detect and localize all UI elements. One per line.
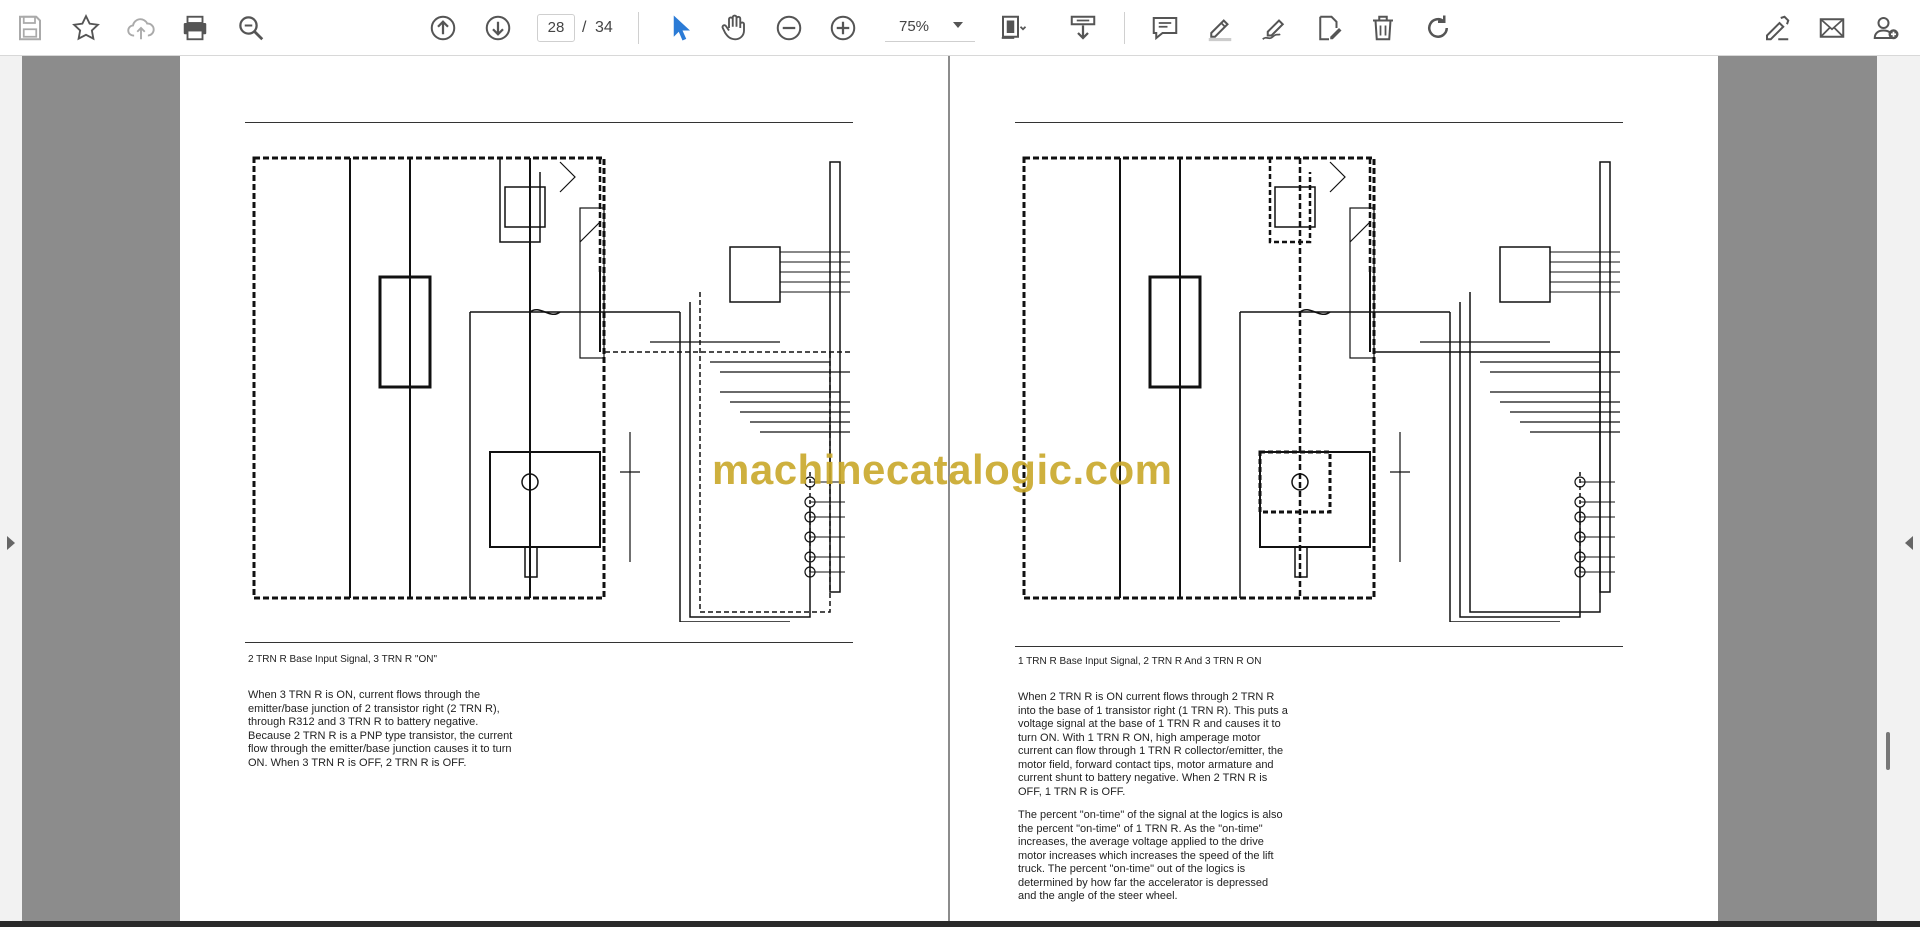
body-paragraph: When 3 TRN R is ON, current flows throug… xyxy=(248,689,513,769)
zoom-out-search-icon[interactable] xyxy=(231,8,271,48)
zoom-out-icon[interactable] xyxy=(769,8,809,48)
add-user-icon[interactable] xyxy=(1866,8,1906,48)
toolbar-separator xyxy=(638,12,639,44)
body-paragraph-1: When 2 TRN R is ON current flows through… xyxy=(1018,691,1288,798)
figure-caption: 1 TRN R Base Input Signal, 2 TRN R And 3… xyxy=(1018,656,1262,667)
page-down-icon[interactable] xyxy=(478,8,518,48)
save-icon[interactable] xyxy=(10,8,50,48)
expand-left-panel-icon[interactable] xyxy=(7,536,15,550)
wiring-diagram-right xyxy=(1022,156,1620,622)
print-icon[interactable] xyxy=(175,8,215,48)
figure-caption: 2 TRN R Base Input Signal, 3 TRN R "ON" xyxy=(248,654,438,665)
page-fit-icon[interactable] xyxy=(993,8,1033,48)
cloud-upload-icon[interactable] xyxy=(121,8,161,48)
taskbar-strip xyxy=(0,921,1920,927)
chevron-down-icon[interactable] xyxy=(953,22,963,28)
page-up-icon[interactable] xyxy=(423,8,463,48)
page-separator: / xyxy=(582,19,587,36)
top-rule xyxy=(1015,122,1623,123)
vertical-scrollbar[interactable] xyxy=(1886,732,1890,770)
select-pointer-icon[interactable] xyxy=(660,8,700,48)
hand-pan-icon[interactable] xyxy=(714,8,754,48)
watermark: machinecatalogic.com xyxy=(712,446,1173,493)
expand-right-panel-icon[interactable] xyxy=(1905,536,1913,550)
toolbar: 28 / 34 75% xyxy=(0,0,1920,56)
left-panel-toggle[interactable] xyxy=(0,56,22,921)
bottom-rule xyxy=(245,642,853,643)
delete-icon[interactable] xyxy=(1363,8,1403,48)
email-icon[interactable] xyxy=(1812,8,1852,48)
highlight-pen-icon[interactable] xyxy=(1200,8,1240,48)
edit-text-icon[interactable] xyxy=(1309,8,1349,48)
body-paragraph-2: The percent "on-time" of the signal at t… xyxy=(1018,809,1283,902)
bottom-rule xyxy=(1015,646,1623,647)
comment-icon[interactable] xyxy=(1145,8,1185,48)
page-number-input[interactable]: 28 xyxy=(537,14,575,42)
zoom-in-icon[interactable] xyxy=(823,8,863,48)
bookmark-star-icon[interactable] xyxy=(66,8,106,48)
draw-icon[interactable] xyxy=(1254,8,1294,48)
rotate-icon[interactable] xyxy=(1418,8,1458,48)
wiring-diagram-left xyxy=(252,156,850,622)
top-rule xyxy=(245,122,853,123)
toolbar-separator xyxy=(1124,12,1125,44)
right-panel-toggle[interactable] xyxy=(1877,56,1920,921)
zoom-level-select[interactable]: 75% xyxy=(885,14,975,42)
fill-sign-icon[interactable] xyxy=(1757,8,1797,48)
scroll-mode-icon[interactable] xyxy=(1063,8,1103,48)
page-total: 34 xyxy=(595,19,613,36)
